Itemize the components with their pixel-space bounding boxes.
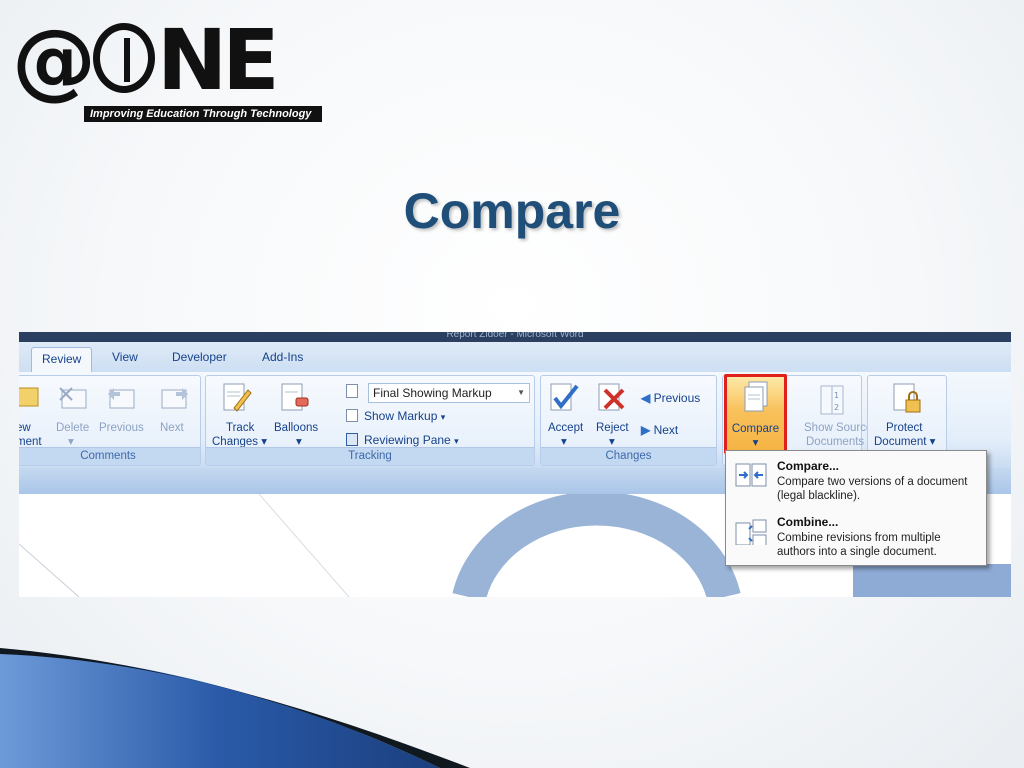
group-changes: Accept ▾ Reject ▾ ◀ Previous ▶ Next Chan… (540, 375, 717, 466)
group-comments: ew ment Delete ▾ Previous Next Comments (19, 375, 201, 466)
group-tracking-label: Tracking (206, 447, 534, 465)
protect-document-icon (893, 383, 921, 413)
show-source-documents-icon: 1 2 (820, 385, 844, 415)
slide-title: Compare (403, 183, 621, 239)
balloons-button[interactable]: Balloons (274, 421, 318, 435)
chevron-down-icon: ▼ (517, 388, 525, 397)
show-source-label-2: Documents (806, 436, 865, 448)
protect-label-2: Document (874, 436, 927, 448)
decorative-swoosh (0, 648, 470, 768)
menu-combine-desc: Combine revisions from multiple authors … (777, 532, 941, 558)
svg-text:2: 2 (834, 403, 839, 412)
menu-item-compare[interactable]: Compare... Compare two versions of a doc… (726, 453, 986, 509)
new-comment-icon (19, 387, 39, 407)
reviewing-pane-icon (346, 433, 358, 446)
ribbon-tab-row: Review View Developer Add-Ins (19, 342, 1011, 373)
arrow-right-icon: ▶ (641, 423, 651, 437)
display-select-value: Final Showing Markup (373, 386, 492, 400)
compare-button[interactable]: Compare ▾ (724, 374, 787, 454)
previous-comment-button[interactable]: Previous (99, 421, 144, 435)
logo-at: @ (12, 11, 96, 109)
window-title: Report Zidoer - Microsoft Word (19, 332, 1011, 342)
previous-change-button[interactable]: ◀ Previous (641, 391, 700, 405)
next-change-label: Next (653, 423, 679, 437)
new-comment-label-1[interactable]: ew (19, 421, 31, 435)
menu-combine-title: Combine... (777, 515, 839, 529)
logo-ne: NE (157, 11, 280, 109)
compare-label: Compare (731, 423, 780, 435)
reviewing-pane-button[interactable]: Reviewing Pane ▾ (346, 433, 459, 447)
tab-developer[interactable]: Developer (172, 350, 227, 364)
previous-comment-icon (108, 388, 135, 409)
tab-add-ins[interactable]: Add-Ins (262, 350, 303, 364)
combine-documents-icon (735, 519, 767, 545)
compare-chevron-icon: ▾ (752, 437, 759, 449)
logo: @ NE Improving Education Through Technolo… (12, 11, 322, 124)
tab-view[interactable]: View (112, 350, 138, 364)
previous-change-label: Previous (653, 391, 701, 405)
word-screenshot: Report Zidoer - Microsoft Word Review Vi… (19, 332, 1011, 597)
display-for-review-select[interactable]: Final Showing Markup ▼ (368, 383, 530, 403)
reject-icon (598, 383, 625, 411)
logo-tagline: Improving Education Through Technology (84, 106, 322, 122)
group-tracking: Track Changes ▾ Balloons ▾ Final Showing… (205, 375, 535, 466)
menu-compare-title: Compare... (777, 459, 840, 473)
logo-wordmark: @ NE (12, 10, 280, 110)
next-comment-button[interactable]: Next (160, 421, 184, 435)
show-markup-label: Show Markup (364, 409, 438, 423)
show-source-label-1[interactable]: Show Source (804, 421, 872, 435)
delete-comment-icon (59, 387, 87, 409)
accept-icon (550, 383, 579, 411)
display-for-review-icon (346, 384, 358, 398)
reject-button[interactable]: Reject (596, 421, 629, 435)
reviewing-pane-label: Reviewing Pane (364, 433, 451, 447)
delete-comment-button[interactable]: Delete (56, 421, 89, 435)
track-changes-icon (223, 383, 252, 412)
balloons-icon (281, 383, 309, 411)
svg-text:1: 1 (834, 391, 839, 400)
next-comment-icon (161, 388, 188, 409)
next-change-button[interactable]: ▶ Next (641, 423, 678, 437)
accept-button[interactable]: Accept (548, 421, 583, 435)
show-source-documents-button[interactable]: Documents ▾ (806, 435, 873, 449)
menu-compare-desc: Compare two versions of a document (lega… (777, 476, 968, 502)
group-changes-label: Changes (541, 447, 716, 465)
group-comments-label: Comments (19, 447, 200, 465)
compare-icon (744, 381, 768, 412)
track-changes-label-1[interactable]: Track (226, 421, 254, 435)
arrow-left-icon: ◀ (641, 391, 651, 405)
compare-dropdown-menu: Compare... Compare two versions of a doc… (725, 450, 987, 566)
logo-o-icon (93, 23, 155, 93)
menu-item-combine[interactable]: Combine... Combine revisions from multip… (726, 509, 986, 565)
compare-documents-icon (735, 463, 767, 487)
show-markup-icon (346, 409, 358, 422)
tab-review[interactable]: Review (31, 347, 93, 372)
protect-label-1[interactable]: Protect (886, 421, 922, 435)
protect-document-button[interactable]: Document ▾ (874, 435, 935, 449)
show-markup-button[interactable]: Show Markup ▾ (346, 409, 445, 423)
